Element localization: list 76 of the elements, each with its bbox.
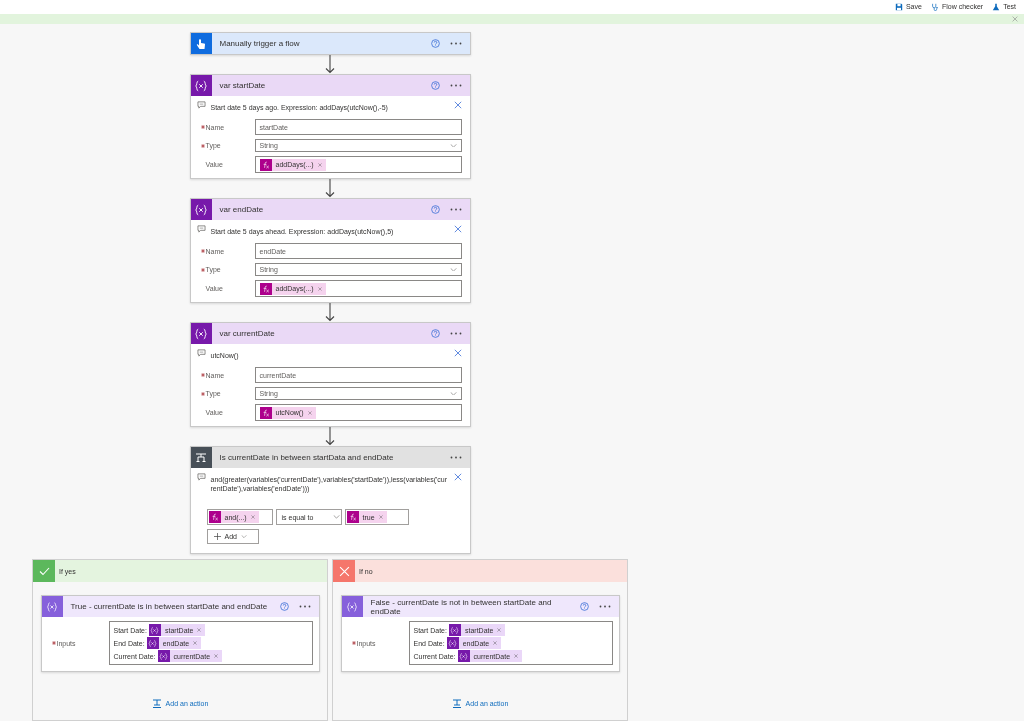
remove-icon[interactable] — [214, 654, 219, 658]
variable-icon — [459, 651, 469, 661]
remove-icon[interactable] — [193, 641, 198, 645]
required-icon — [351, 641, 356, 645]
remove-icon[interactable] — [197, 628, 202, 632]
function-icon — [261, 284, 270, 293]
more-icon[interactable] — [449, 456, 462, 459]
comment-icon — [196, 101, 206, 109]
chevron-down-icon[interactable] — [240, 535, 247, 538]
variable-icon — [194, 78, 208, 93]
function-icon — [210, 513, 219, 521]
add-step-icon — [451, 699, 462, 708]
function-icon — [261, 160, 270, 169]
hand-tap-icon — [196, 37, 206, 50]
trigger-card: Manually trigger a flow — [189, 32, 471, 55]
function-icon — [261, 408, 270, 417]
chevron-down-icon[interactable] — [332, 515, 340, 519]
remove-icon[interactable] — [514, 654, 519, 658]
required-icon — [200, 143, 205, 148]
flask-icon — [992, 2, 1001, 11]
close-icon[interactable] — [453, 225, 462, 233]
chevron-down-icon[interactable] — [449, 391, 457, 396]
close-icon[interactable] — [453, 101, 462, 109]
more-icon[interactable] — [449, 208, 462, 211]
condition-icon — [195, 451, 207, 464]
more-icon[interactable] — [449, 42, 462, 45]
comment-icon — [196, 349, 206, 357]
variable-icon — [159, 651, 169, 661]
more-icon[interactable] — [298, 605, 311, 608]
remove-icon[interactable] — [317, 286, 322, 291]
remove-icon[interactable] — [497, 628, 502, 632]
comment-icon — [196, 473, 206, 481]
remove-icon[interactable] — [317, 162, 322, 167]
add-step-icon — [151, 699, 162, 708]
connector-arrow — [325, 303, 335, 322]
required-icon — [200, 125, 205, 129]
variable-icon — [448, 638, 458, 648]
required-icon — [200, 373, 205, 377]
more-icon[interactable] — [449, 332, 462, 335]
close-icon[interactable] — [1012, 15, 1018, 22]
cross-icon[interactable] — [338, 565, 350, 577]
help-icon[interactable] — [430, 39, 440, 48]
more-icon[interactable] — [449, 84, 462, 87]
connector-arrow — [325, 427, 335, 446]
variable-icon — [450, 625, 460, 635]
remove-icon[interactable] — [307, 410, 312, 415]
required-icon — [200, 249, 205, 253]
required-icon — [200, 267, 205, 272]
variable-icon — [194, 326, 208, 341]
help-icon[interactable] — [279, 602, 289, 611]
function-icon — [348, 513, 357, 521]
variable-icon — [346, 600, 358, 613]
help-icon[interactable] — [430, 81, 440, 90]
required-icon — [51, 641, 56, 645]
plus-icon — [213, 533, 221, 540]
chevron-down-icon[interactable] — [449, 267, 457, 272]
variable-icon — [46, 600, 58, 613]
variable-icon — [148, 638, 158, 648]
help-icon[interactable] — [579, 602, 589, 611]
comment-icon — [196, 225, 206, 233]
help-icon[interactable] — [430, 205, 440, 214]
variable-icon — [150, 625, 160, 635]
remove-icon[interactable] — [250, 515, 255, 519]
stethoscope-icon — [930, 2, 939, 11]
more-icon[interactable] — [598, 605, 611, 608]
remove-icon[interactable] — [378, 515, 383, 519]
required-icon — [200, 391, 205, 396]
help-icon[interactable] — [430, 329, 440, 338]
variable-icon — [194, 202, 208, 217]
close-icon[interactable] — [453, 473, 462, 481]
close-icon[interactable] — [453, 349, 462, 357]
connector-arrow — [325, 179, 335, 198]
check-icon — [38, 566, 50, 576]
chevron-down-icon[interactable] — [449, 143, 457, 148]
connector-arrow — [325, 55, 335, 74]
remove-icon[interactable] — [493, 641, 498, 645]
